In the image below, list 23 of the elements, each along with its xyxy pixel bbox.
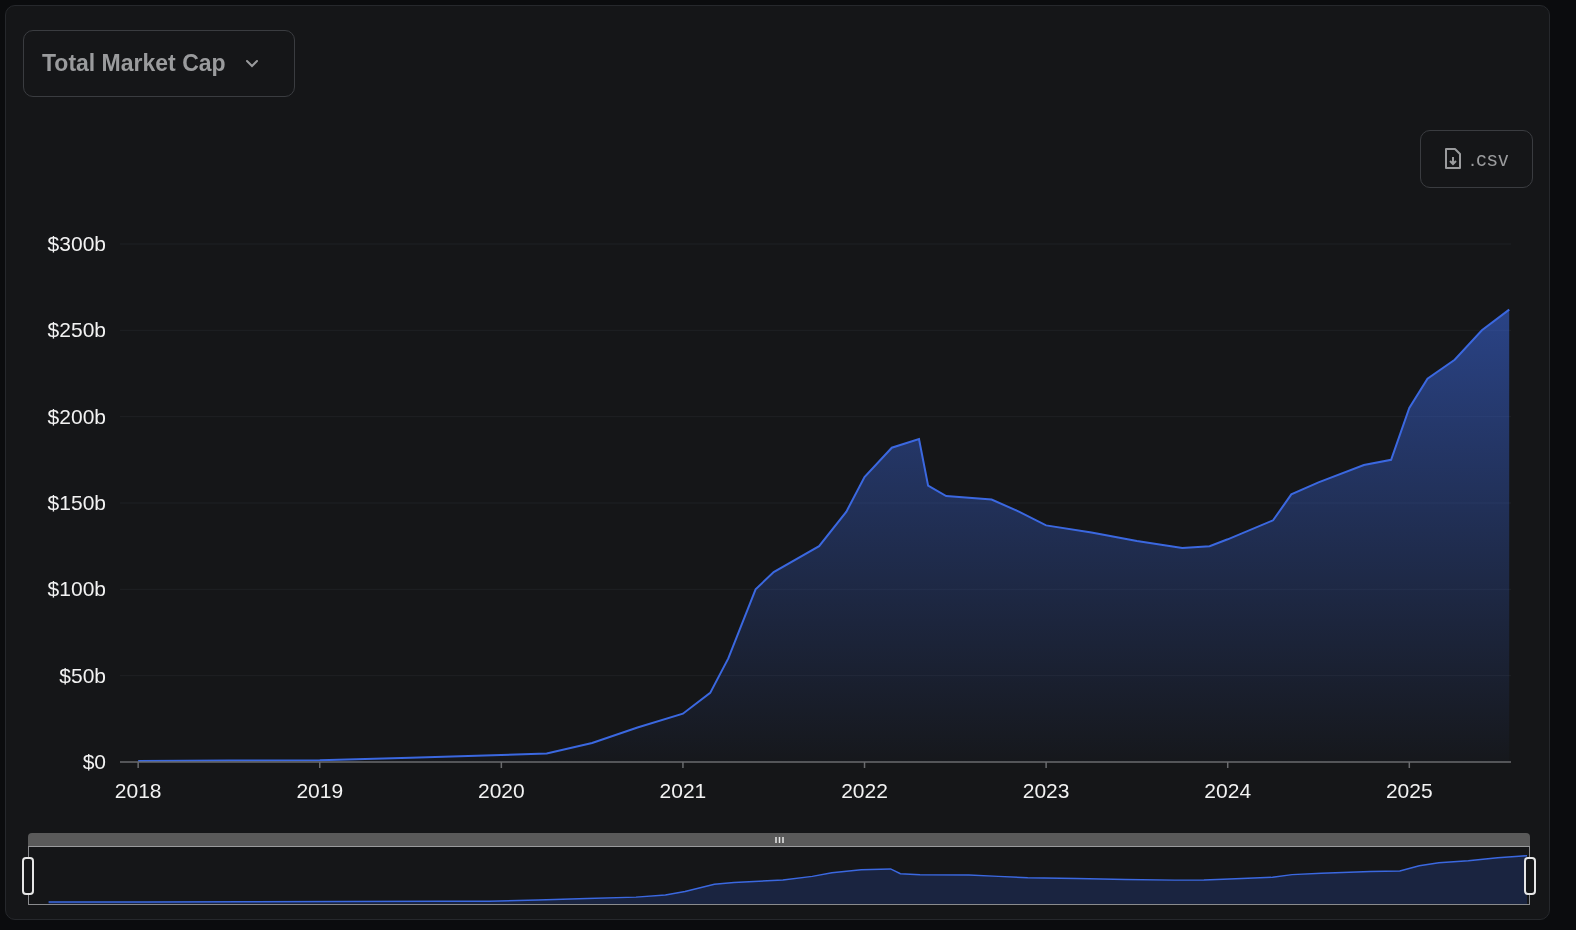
range-start-handle[interactable] [22, 857, 34, 895]
x-axis-label: 2025 [1385, 779, 1433, 802]
y-axis-label: $300b [47, 232, 106, 255]
y-axis-label: $250b [47, 318, 106, 342]
grip-icon [774, 836, 784, 843]
x-axis-label: 2022 [841, 779, 888, 802]
y-axis-label: $150b [47, 491, 106, 514]
metric-dropdown[interactable]: Total Market Cap [23, 30, 295, 97]
y-axis-label: $0 [82, 750, 106, 773]
navigator-scrollbar[interactable] [28, 833, 1530, 846]
y-axis-label: $50b [59, 663, 106, 687]
x-axis-label: 2024 [1204, 779, 1252, 802]
csv-download-button[interactable]: .csv [1420, 130, 1533, 188]
x-axis-label: 2021 [659, 779, 707, 802]
x-axis-label: 2019 [296, 779, 344, 802]
file-download-icon [1443, 148, 1462, 170]
y-axis-label: $200b [47, 404, 106, 428]
x-axis-label: 2018 [114, 779, 162, 802]
x-axis-label: 2020 [478, 779, 525, 802]
range-end-handle[interactable] [1524, 857, 1536, 895]
chevron-down-icon [243, 58, 260, 69]
y-axis-label: $100b [47, 577, 106, 601]
x-axis-label: 2023 [1022, 779, 1070, 802]
